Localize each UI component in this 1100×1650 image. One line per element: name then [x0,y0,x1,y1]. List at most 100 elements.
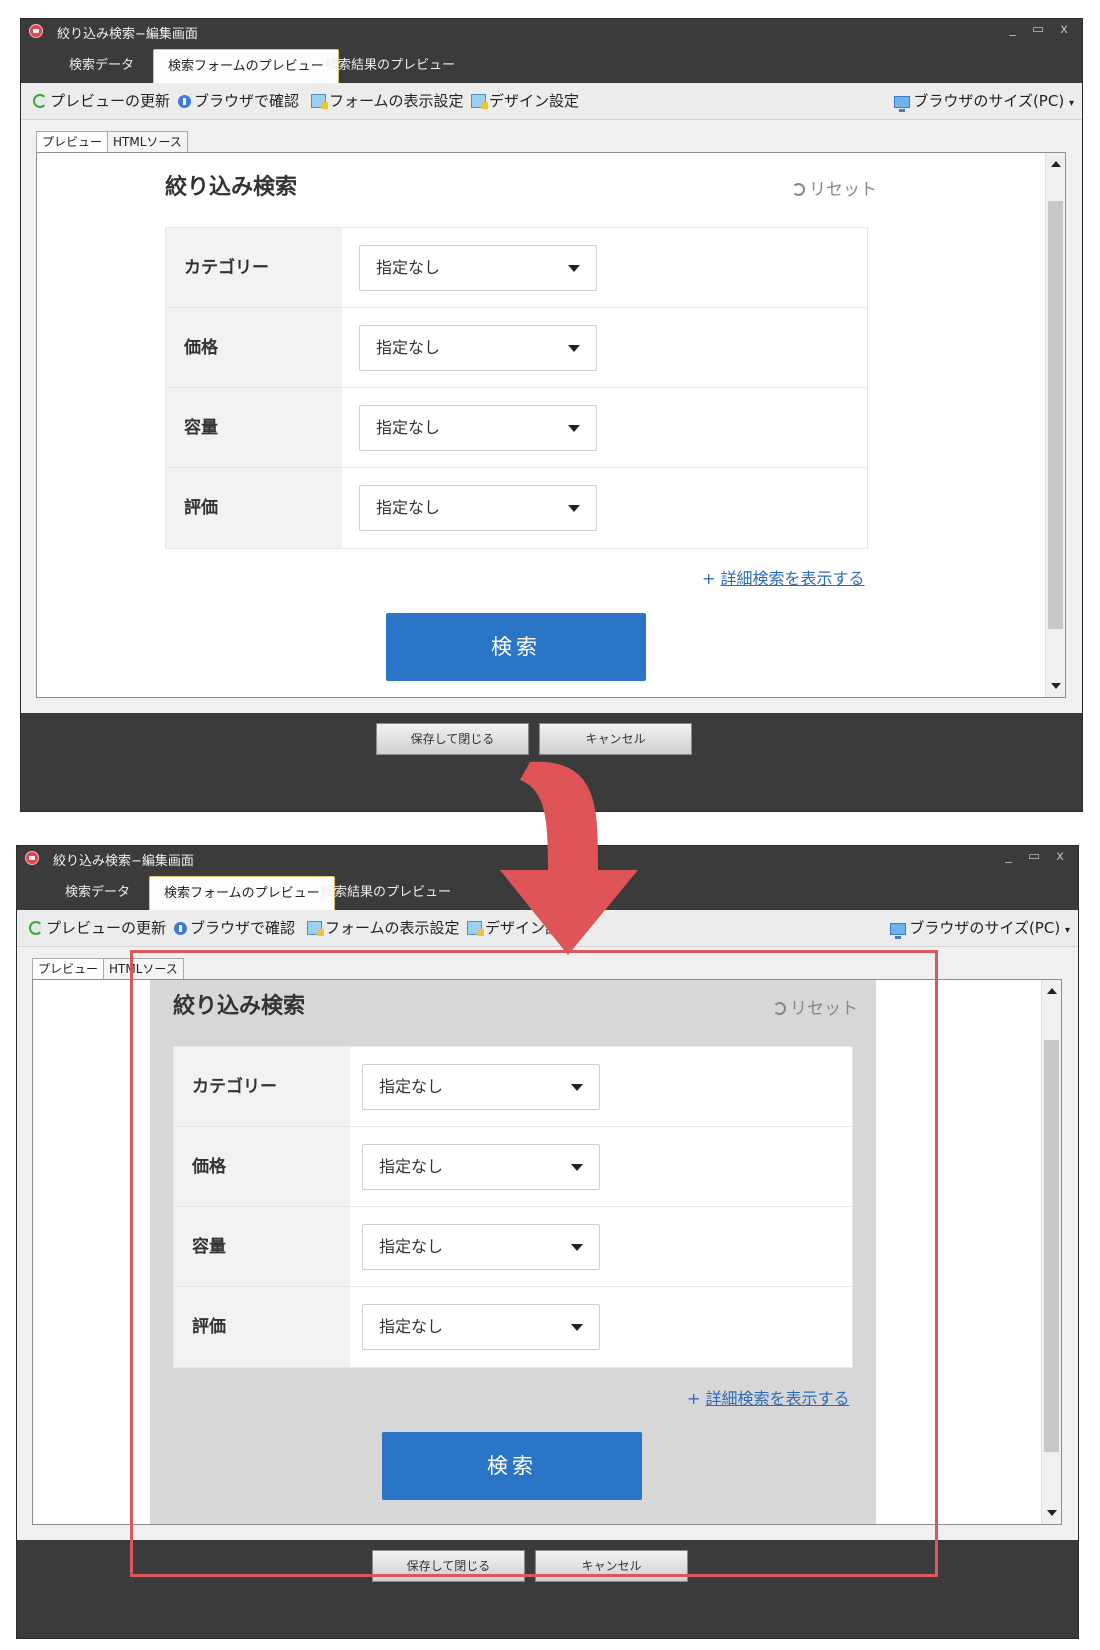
preview-frame: 絞り込み検索 リセット カテゴリー 指定なし 価格 指定なし 容量 指定なし 評… [36,152,1066,698]
rating-select[interactable]: 指定なし [359,485,597,531]
refresh-label: プレビューの更新 [46,919,167,937]
filter-table: カテゴリー 指定なし 価格 指定なし 容量 指定なし 評価 指定なし [165,227,868,549]
close-icon[interactable]: x [1056,849,1070,864]
reset-icon [792,183,805,196]
dropdown-arrow-icon [571,1244,583,1251]
scrollbar[interactable] [1045,153,1065,697]
field-label: 容量 [174,1207,350,1286]
filter-row-category: カテゴリー 指定なし [174,1047,852,1127]
field-label: カテゴリー [166,228,342,307]
tab-result-preview[interactable]: 検索結果のプレビュー [307,876,465,910]
dropdown-arrow-icon [568,265,580,272]
scroll-thumb[interactable] [1044,1040,1059,1452]
filter-row-price: 価格 指定なし [174,1127,852,1207]
price-select[interactable]: 指定なし [359,325,597,371]
tab-search-data[interactable]: 検索データ [55,49,148,83]
scroll-up-icon[interactable] [1051,161,1061,167]
form-settings-button[interactable]: フォームの表示設定 [307,918,460,938]
browser-size-label: ブラウザのサイズ(PC) [909,919,1061,937]
minimize-icon[interactable]: _ [1009,22,1022,37]
scroll-down-icon[interactable] [1047,1510,1057,1516]
preview-frame: 絞り込み検索 リセット カテゴリー 指定なし 価格 指定なし 容量 指定なし 評… [32,979,1062,1525]
select-value: 指定なし [379,1317,444,1336]
reset-icon [773,1002,786,1015]
refresh-preview-button[interactable]: プレビューの更新 [29,918,166,938]
app-icon [29,24,43,38]
filter-table: カテゴリー 指定なし 価格 指定なし 容量 指定なし 評価 指定なし [173,1046,853,1368]
cancel-button[interactable]: キャンセル [535,1550,688,1582]
tab-search-data[interactable]: 検索データ [51,876,144,910]
dialog-footer: 保存して閉じる キャンセル [17,1540,1078,1638]
dropdown-arrow-icon [568,425,580,432]
select-value: 指定なし [379,1237,444,1256]
field-label: 評価 [166,468,342,548]
rating-select[interactable]: 指定なし [362,1304,600,1350]
tab-result-preview[interactable]: 検索結果のプレビュー [311,49,469,83]
maximize-icon[interactable]: ▭ [1028,849,1046,864]
scroll-thumb[interactable] [1048,201,1063,629]
category-select[interactable]: 指定なし [359,245,597,291]
main-tab-bar: 検索データ 検索フォームのプレビュー 検索結果のプレビュー [21,47,1082,83]
field-label: 価格 [166,308,342,387]
reset-button[interactable]: リセット [773,994,858,1019]
dropdown-arrow-icon [571,1324,583,1331]
subtab-html-source[interactable]: HTMLソース [107,131,188,154]
subtab-preview[interactable]: プレビュー [36,131,109,154]
form-settings-label: フォームの表示設定 [325,919,460,937]
detail-search-link[interactable]: + 詳細検索を表示する [702,565,865,589]
select-value: 指定なし [376,258,441,277]
dropdown-arrow-icon [571,1164,583,1171]
dropdown-arrow-icon [571,1084,583,1091]
editor-window-after: 絞り込み検索−編集画面 _ ▭ x 検索データ 検索フォームのプレビュー 検索結… [16,845,1079,1639]
form-settings-button[interactable]: フォームの表示設定 [311,91,464,111]
form-settings-icon [307,921,324,936]
dropdown-arrow-icon [568,505,580,512]
design-settings-button[interactable]: デザイン設定 [471,91,579,111]
maximize-icon[interactable]: ▭ [1032,22,1050,37]
subtab-html-source[interactable]: HTMLソース [103,958,184,981]
field-label: カテゴリー [174,1047,350,1126]
browser-size-label: ブラウザのサイズ(PC) [913,92,1065,110]
window-controls[interactable]: _ ▭ x [1009,22,1074,37]
reset-button[interactable]: リセット [792,175,877,200]
capacity-select[interactable]: 指定なし [359,405,597,451]
filter-row-price: 価格 指定なし [166,308,867,388]
content-area: プレビュー HTMLソース 絞り込み検索 リセット カテゴリー 指定なし 価格 指… [21,120,1082,713]
search-button[interactable]: 検索 [382,1432,642,1500]
monitor-icon [890,923,907,939]
scroll-down-icon[interactable] [1051,683,1061,689]
select-value: 指定なし [379,1077,444,1096]
browser-check-button[interactable]: ブラウザで確認 [174,918,295,938]
refresh-preview-button[interactable]: プレビューの更新 [33,91,170,111]
subtab-preview[interactable]: プレビュー [32,958,105,981]
preview-subtabs: プレビュー HTMLソース [36,131,188,154]
toolbar: プレビューの更新 ブラウザで確認 フォームの表示設定 デザイン設定 ブラウザのサ… [21,83,1082,120]
close-icon[interactable]: x [1060,22,1074,37]
design-settings-label: デザイン設定 [489,92,580,110]
window-title: 絞り込み検索−編集画面 [53,854,194,869]
preview-subtabs: プレビュー HTMLソース [32,958,184,981]
capacity-select[interactable]: 指定なし [362,1224,600,1270]
search-button[interactable]: 検索 [386,613,646,681]
detail-search-link[interactable]: + 詳細検索を表示する [687,1385,850,1409]
design-settings-icon [471,94,488,109]
minimize-icon[interactable]: _ [1005,849,1018,864]
content-area: プレビュー HTMLソース 絞り込み検索 リセット カテゴリー 指定なし 価格 指… [17,947,1078,1540]
browser-size-dropdown[interactable]: ブラウザのサイズ(PC) ▾ [890,918,1070,939]
field-label: 価格 [174,1127,350,1206]
browser-check-label: ブラウザで確認 [190,919,296,937]
save-close-button[interactable]: 保存して閉じる [372,1550,525,1582]
refresh-icon [29,921,43,935]
form-settings-icon [311,94,328,109]
window-controls[interactable]: _ ▭ x [1005,849,1070,864]
scroll-up-icon[interactable] [1047,988,1057,994]
chevron-down-icon: ▾ [1068,98,1074,109]
price-select[interactable]: 指定なし [362,1144,600,1190]
scrollbar[interactable] [1041,980,1061,1524]
title-bar: 絞り込み検索−編集画面 _ ▭ x [21,19,1082,43]
browser-size-dropdown[interactable]: ブラウザのサイズ(PC) ▾ [894,91,1074,112]
browser-check-button[interactable]: ブラウザで確認 [178,91,299,111]
filter-row-rating: 評価 指定なし [174,1287,852,1367]
category-select[interactable]: 指定なし [362,1064,600,1110]
field-label: 評価 [174,1287,350,1367]
